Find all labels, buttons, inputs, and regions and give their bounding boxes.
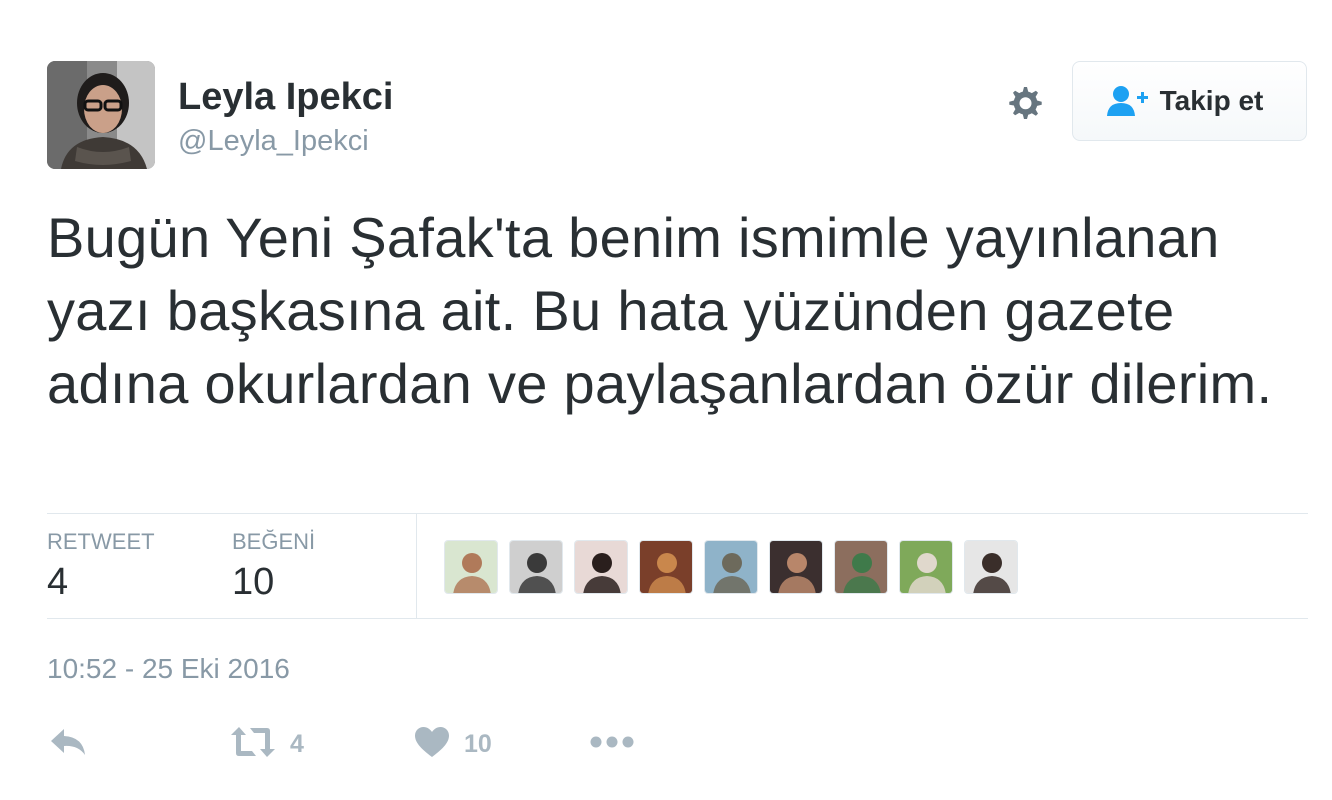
liker-avatar[interactable] [509, 540, 563, 594]
liker-avatar[interactable] [899, 540, 953, 594]
add-user-icon [1106, 85, 1150, 117]
heart-icon [414, 726, 450, 763]
liker-avatar[interactable] [704, 540, 758, 594]
stats-divider [416, 514, 417, 618]
liker-avatar[interactable] [574, 540, 628, 594]
retweet-icon [230, 725, 276, 764]
display-name[interactable]: Leyla Ipekci [178, 74, 393, 120]
liker-avatar[interactable] [639, 540, 693, 594]
tweet-timestamp[interactable]: 10:52 - 25 Eki 2016 [47, 651, 290, 687]
like-action-count: 10 [464, 729, 492, 758]
liker-avatar[interactable] [769, 540, 823, 594]
like-button[interactable]: 10 [414, 720, 492, 768]
retweet-stat-label: RETWEET [47, 529, 155, 554]
tweet-page: Leyla Ipekci @Leyla_Ipekci Takip et Bugü… [0, 0, 1332, 800]
follow-button-label: Takip et [1159, 85, 1264, 116]
retweet-stat-value: 4 [47, 561, 69, 603]
tweet-text: Bugün Yeni Şafak'ta benim ismimle yayınl… [47, 206, 1273, 415]
like-stat-label: BEĞENİ [232, 529, 316, 554]
like-stat[interactable]: BEĞENİ 10 [232, 528, 315, 604]
more-icon [590, 735, 634, 753]
tweet-stats: RETWEET 4 BEĞENİ 10 [47, 513, 1308, 619]
user-handle[interactable]: @Leyla_Ipekci [178, 122, 369, 160]
follow-button[interactable]: Takip et [1072, 61, 1307, 141]
more-button[interactable] [590, 720, 634, 768]
reply-icon [48, 725, 88, 764]
retweet-button[interactable]: 4 [230, 720, 304, 768]
liker-avatar[interactable] [834, 540, 888, 594]
gear-icon[interactable] [1000, 79, 1048, 127]
retweet-stat[interactable]: RETWEET 4 [47, 528, 155, 604]
avatar[interactable] [47, 61, 155, 169]
retweet-action-count: 4 [290, 729, 304, 758]
like-stat-value: 10 [232, 561, 275, 603]
liker-avatar[interactable] [444, 540, 498, 594]
reply-button[interactable] [48, 720, 88, 768]
liker-avatars [444, 540, 1018, 594]
liker-avatar[interactable] [964, 540, 1018, 594]
